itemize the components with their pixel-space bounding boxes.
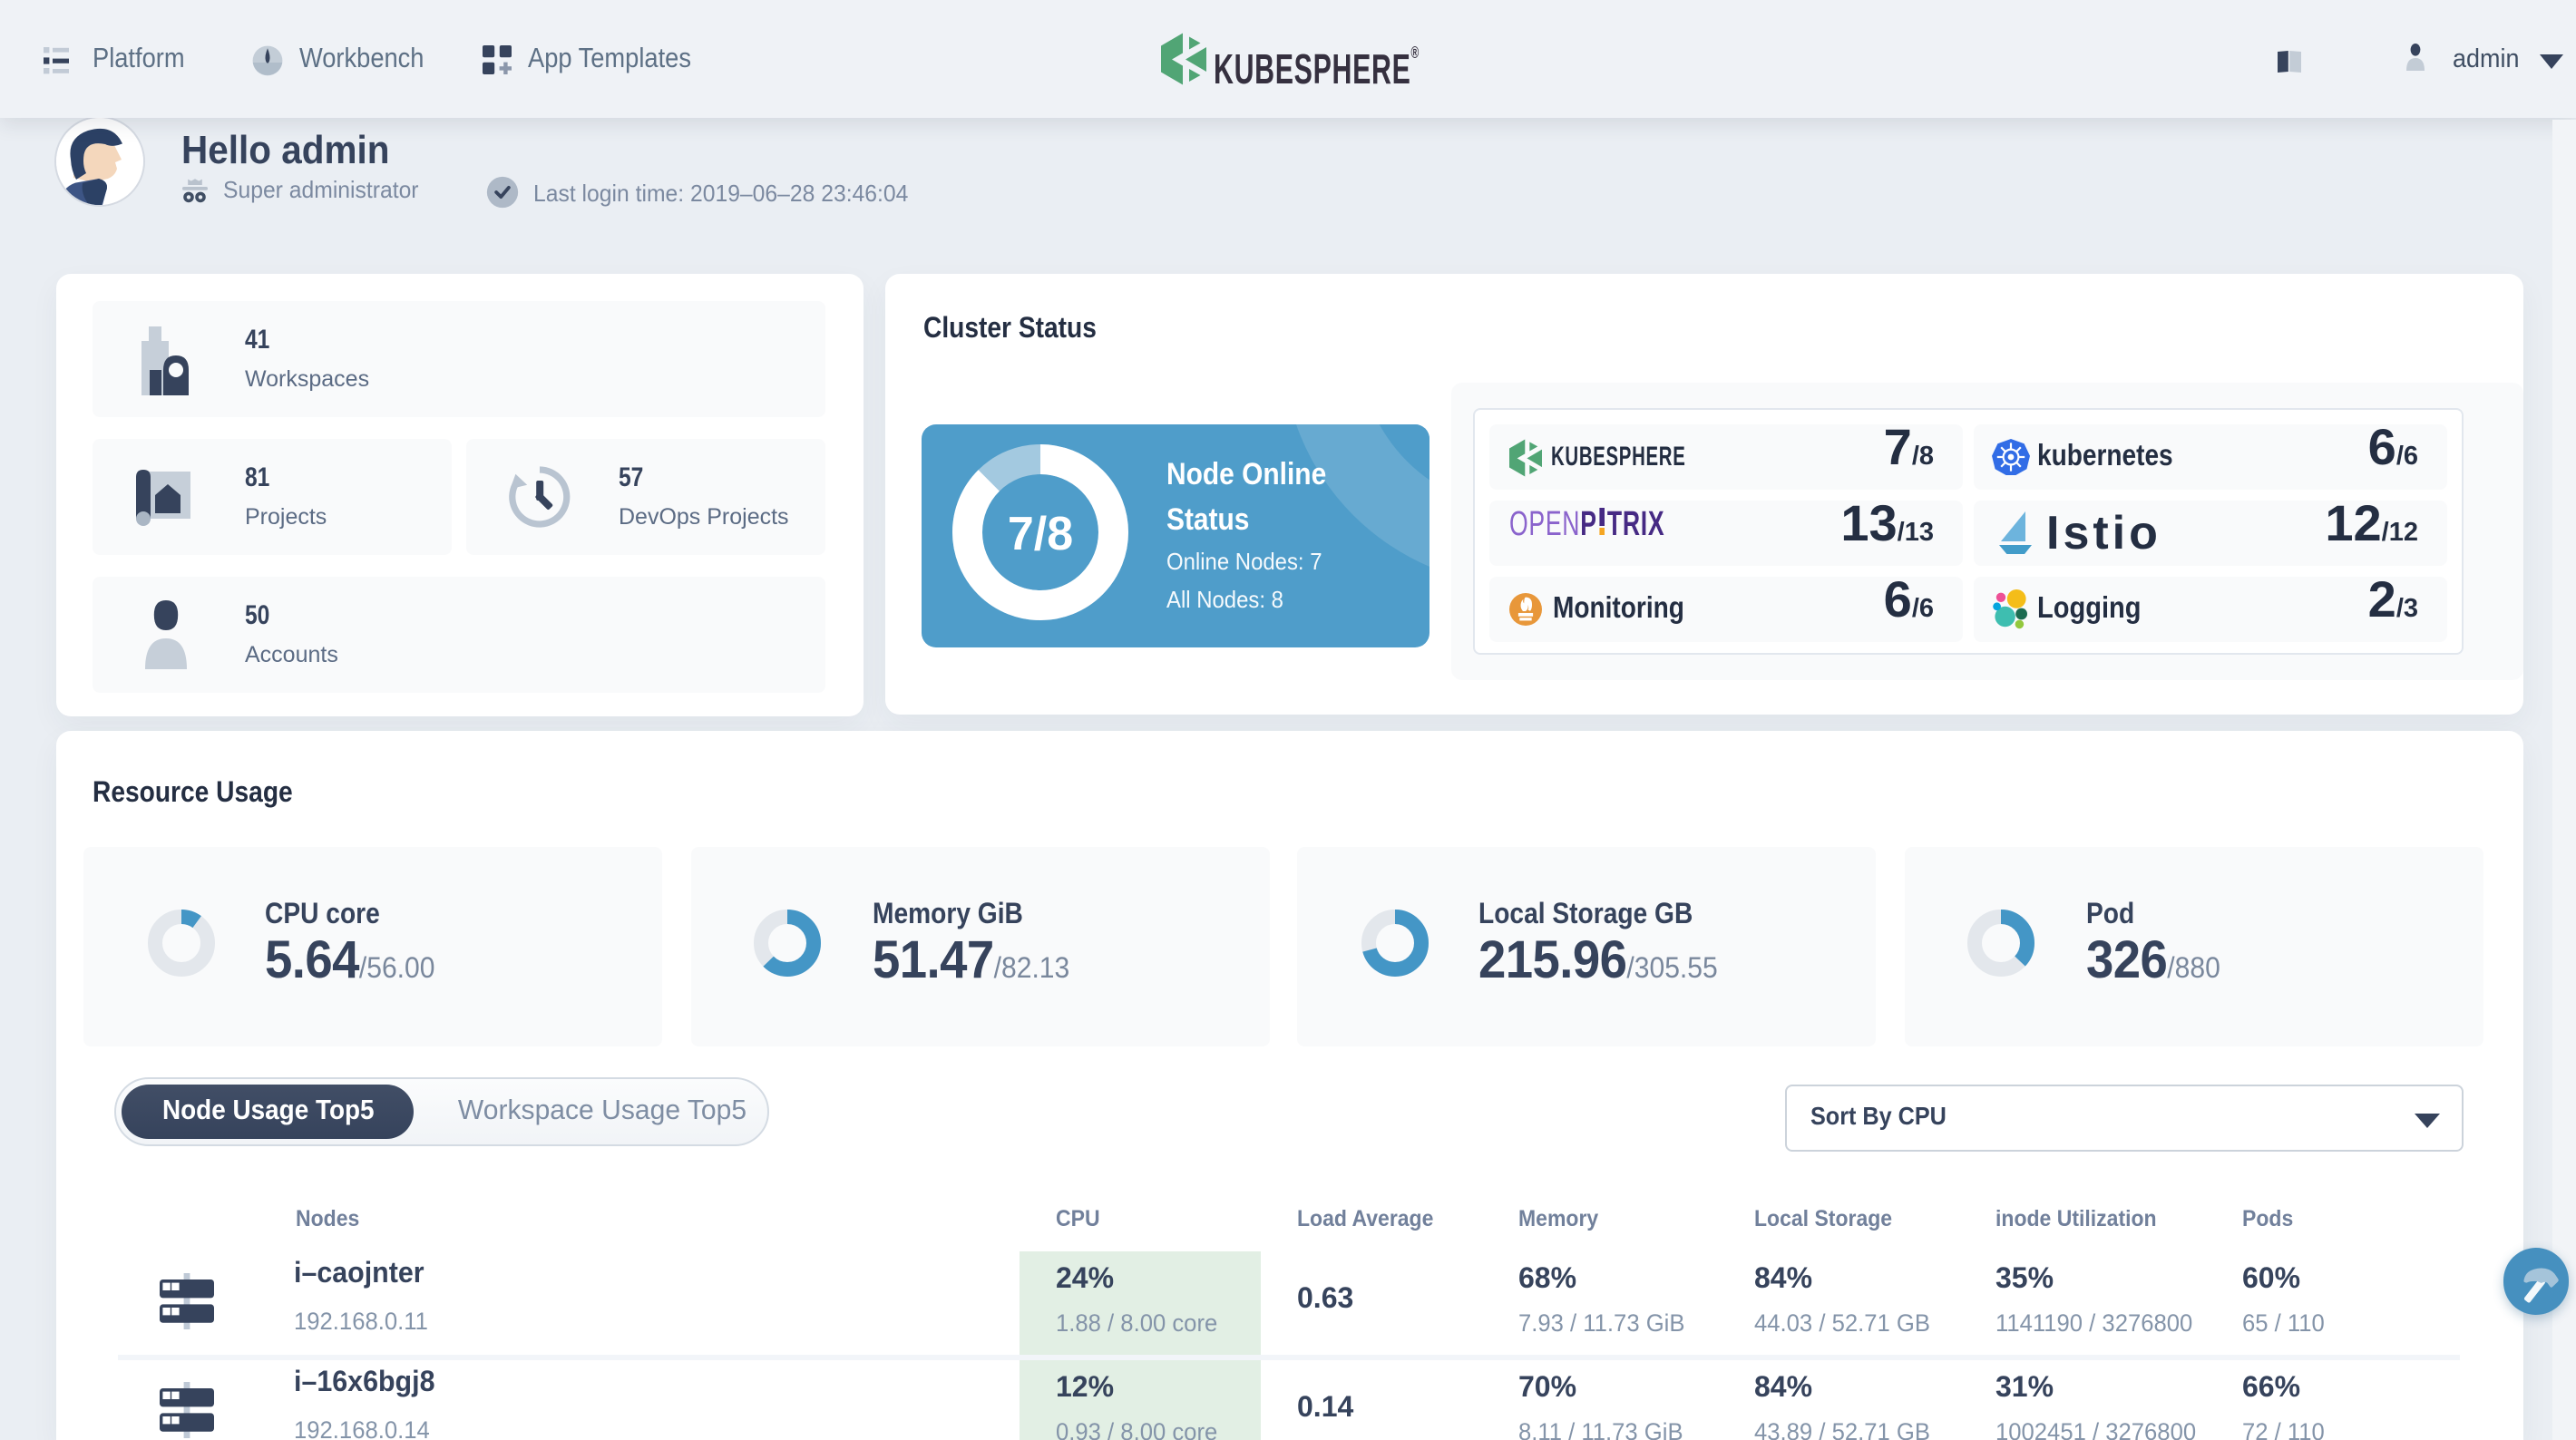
svg-text:7/8: 7/8: [1008, 508, 1073, 560]
